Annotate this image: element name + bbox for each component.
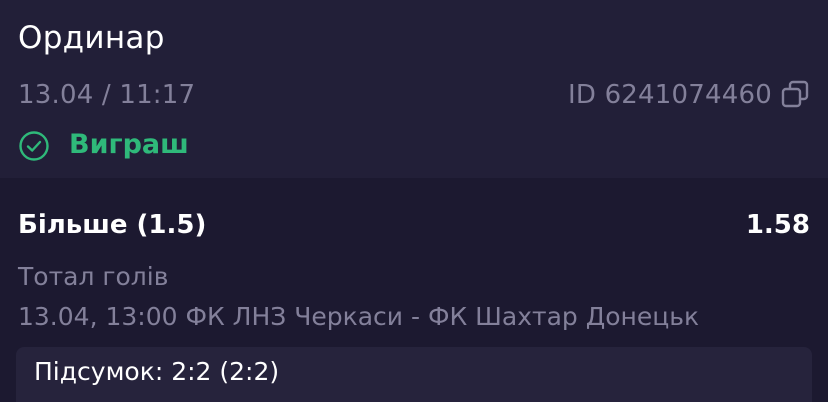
result-text: Підсумок: 2:2 (2:2) xyxy=(34,357,280,386)
result-box: Підсумок: 2:2 (2:2) xyxy=(16,347,812,402)
bet-status: Виграш xyxy=(69,129,189,160)
bet-card: Ординар 13.04 / 11:17 ID 6241074460 Вигр… xyxy=(0,0,828,402)
bet-type-title: Ординар xyxy=(18,20,165,56)
selection-odds: 1.58 xyxy=(745,210,810,240)
copy-icon[interactable] xyxy=(780,79,810,109)
selection-name: Більше (1.5) xyxy=(18,210,207,240)
bet-header: Ординар 13.04 / 11:17 ID 6241074460 Вигр… xyxy=(0,0,828,178)
check-circle-icon xyxy=(19,131,49,161)
bet-date: 13.04 / 11:17 xyxy=(18,80,196,110)
event-info: 13.04, 13:00 ФК ЛНЗ Черкаси - ФК Шахтар … xyxy=(18,302,700,331)
market-name: Тотал голів xyxy=(18,262,169,291)
bet-id: ID 6241074460 xyxy=(568,80,772,110)
